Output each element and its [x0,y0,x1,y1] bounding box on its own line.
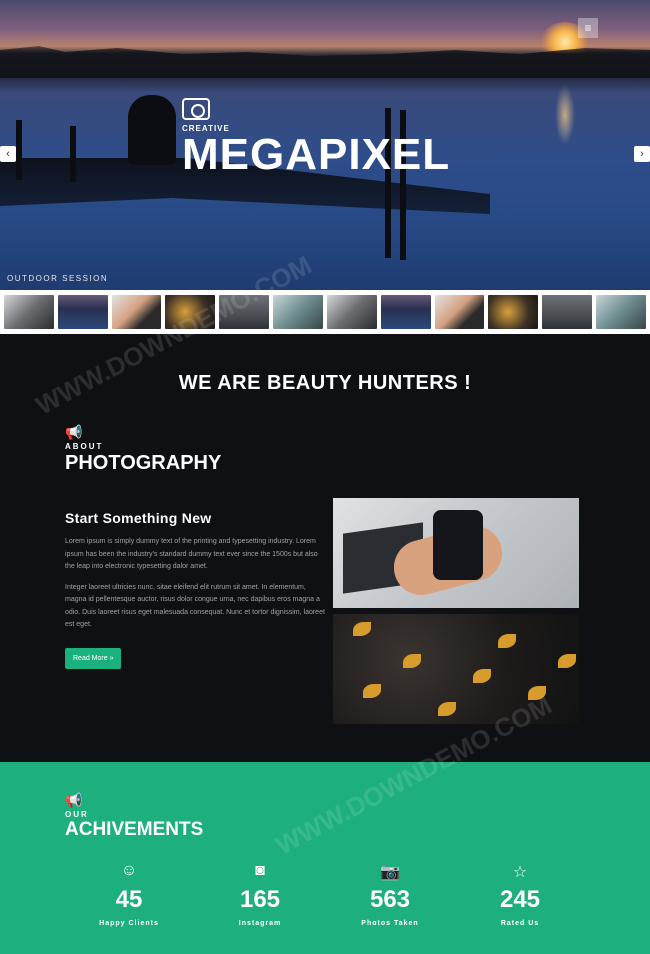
section-heading: WE ARE BEAUTY HUNTERS ! [178,372,472,394]
brand-title: MEGAPIXEL [182,130,451,179]
thumbnail[interactable] [488,295,539,329]
stat-label: Photos Taken [361,920,419,927]
stat-value: 563 [369,886,411,913]
stat-value: 165 [239,886,281,913]
achievements-section: 📢 OUR ACHIVEMENTS ☺ 45 Happy Clients ◙ 1… [0,762,650,954]
about-kicker: ABOUT [65,442,104,451]
stat-instagram: ◙ 165 Instagram [200,862,320,927]
photo-autumn-leaves [333,614,579,724]
about-subtitle: Start Something New [65,510,212,526]
brand-logo[interactable]: CREATIVE MEGAPIXEL [182,98,450,177]
slider-next-button[interactable]: › [634,146,650,162]
photo-camera-lens [333,498,579,608]
thumbnail[interactable] [273,295,323,329]
menu-button[interactable]: ≡ [578,18,598,38]
thumbnail[interactable] [4,295,54,329]
thumbnail-strip [0,290,650,334]
thumbnail[interactable] [542,295,593,329]
menu-icon: ≡ [584,21,592,35]
camera-icon: 📷 [380,864,400,881]
about-section: WE ARE BEAUTY HUNTERS ! 📢 ABOUT PHOTOGRA… [0,334,650,762]
slider-prev-button[interactable]: ‹ [0,146,16,162]
read-more-button[interactable]: Read More » [65,647,122,669]
dock-post [16,120,22,180]
thumbnail[interactable] [219,295,270,329]
sun-reflection [555,85,575,145]
thumbnail[interactable] [380,295,431,329]
achievements-title: ACHIVEMENTS [65,819,204,840]
megaphone-icon: 📢 [65,424,83,440]
megaphone-icon: 📢 [65,792,83,808]
hero-slider: ≡ ‹ › CREATIVE MEGAPIXEL OUTDOOR SESSION [0,0,650,290]
about-title: PHOTOGRAPHY [65,452,222,474]
chevron-left-icon: ‹ [6,148,10,160]
thumbnail[interactable] [434,295,485,329]
thumbnail[interactable] [326,295,377,329]
stat-happy-clients: ☺ 45 Happy Clients [69,862,189,927]
camera-icon [182,98,210,120]
thumbnail[interactable] [111,295,162,329]
stat-label: Happy Clients [99,920,159,927]
slide-caption: OUTDOOR SESSION [7,274,109,283]
stat-value: 245 [499,886,541,913]
dock-post [70,126,76,182]
chevron-right-icon: › [640,148,644,160]
stat-label: Rated Us [500,920,540,927]
thumbnail[interactable] [165,295,216,329]
instagram-icon: ◙ [255,862,265,879]
smile-icon: ☺ [120,862,138,879]
stat-label: Instagram [238,920,282,927]
about-paragraph: Lorem ipsum is simply dummy text of the … [65,538,318,570]
thumbnail[interactable] [57,295,108,329]
thumbnail[interactable] [596,295,646,329]
about-text-column: Start Something New Lorem ipsum is simpl… [65,510,327,669]
stat-value: 45 [115,886,143,913]
about-paragraph: Integer laoreet ultricies nunc, sitae el… [65,583,325,629]
stat-photos-taken: 📷 563 Photos Taken [330,862,450,927]
stat-rated-us: ☆ 245 Rated Us [460,862,580,927]
achievements-kicker: OUR [65,810,89,819]
star-icon: ☆ [512,864,528,881]
person-silhouette [128,95,176,165]
